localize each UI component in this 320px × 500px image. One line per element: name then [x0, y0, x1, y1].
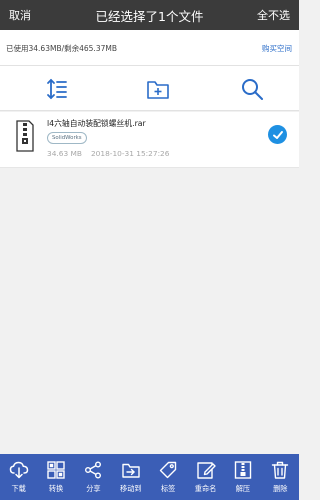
file-toolbar — [0, 66, 299, 111]
storage-usage-text: 已使用34.63MB/剩余465.37MB — [6, 44, 117, 53]
convert-label: 转换 — [48, 484, 64, 493]
sort-button[interactable] — [42, 75, 72, 103]
search-icon — [242, 79, 263, 100]
rename-button[interactable]: 重命名 — [187, 454, 224, 500]
sort-icon — [47, 78, 67, 100]
share-label: 分享 — [86, 484, 101, 493]
extract-icon — [234, 461, 252, 479]
move-to-folder-icon — [122, 463, 140, 478]
move-to-button[interactable]: 移动到 — [112, 454, 149, 500]
convert-button[interactable]: 转换 — [37, 454, 74, 500]
file-date: 2018-10-31 15:27:26 — [90, 149, 170, 158]
deselect-all-button[interactable]: 全不选 — [257, 7, 290, 23]
tag-icon — [159, 461, 177, 479]
delete-label: 删除 — [273, 484, 288, 493]
file-list: l4六轴自动装配锁螺丝机.rar SolidWorks 34.63 MB 2018… — [0, 111, 299, 454]
file-meta: 34.63 MB 2018-10-31 15:27:26 — [47, 149, 169, 158]
delete-button[interactable]: 删除 — [262, 454, 299, 500]
download-label: 下载 — [11, 484, 26, 493]
convert-icon — [47, 461, 65, 479]
new-folder-button[interactable] — [143, 75, 173, 103]
move-to-label: 移动到 — [120, 484, 142, 493]
cloud-download-icon — [9, 461, 28, 479]
buy-space-link[interactable]: 购买空间 — [262, 43, 292, 54]
trash-icon — [272, 461, 289, 479]
page-title: 已经选择了1个文件 — [95, 9, 204, 24]
file-size: 34.63 MB — [47, 149, 82, 158]
rename-icon — [196, 462, 216, 479]
check-icon — [272, 130, 283, 139]
download-button[interactable]: 下载 — [0, 454, 37, 500]
new-folder-icon — [147, 81, 169, 99]
extract-button[interactable]: 解压 — [224, 454, 261, 500]
file-row[interactable]: l4六轴自动装配锁螺丝机.rar SolidWorks 34.63 MB 2018… — [0, 112, 299, 168]
archive-file-icon — [16, 120, 34, 152]
extract-label: 解压 — [235, 484, 251, 493]
bottom-action-bar: 下载 转换 分享 移动到 标签 重命名 解压 删除 — [0, 454, 299, 500]
file-name: l4六轴自动装配锁螺丝机.rar — [47, 119, 146, 128]
rename-label: 重命名 — [194, 484, 217, 493]
storage-bar: 已使用34.63MB/剩余465.37MB 购买空间 — [0, 30, 299, 66]
tag-button[interactable]: 标签 — [150, 454, 187, 500]
selected-checkbox[interactable] — [268, 125, 287, 144]
share-button[interactable]: 分享 — [75, 454, 112, 500]
title-bar: 取消 已经选择了1个文件 全不选 — [0, 0, 299, 30]
tag-label: 标签 — [160, 484, 176, 493]
file-tag: SolidWorks — [47, 132, 87, 144]
share-icon — [85, 461, 102, 479]
search-button[interactable] — [237, 75, 267, 103]
